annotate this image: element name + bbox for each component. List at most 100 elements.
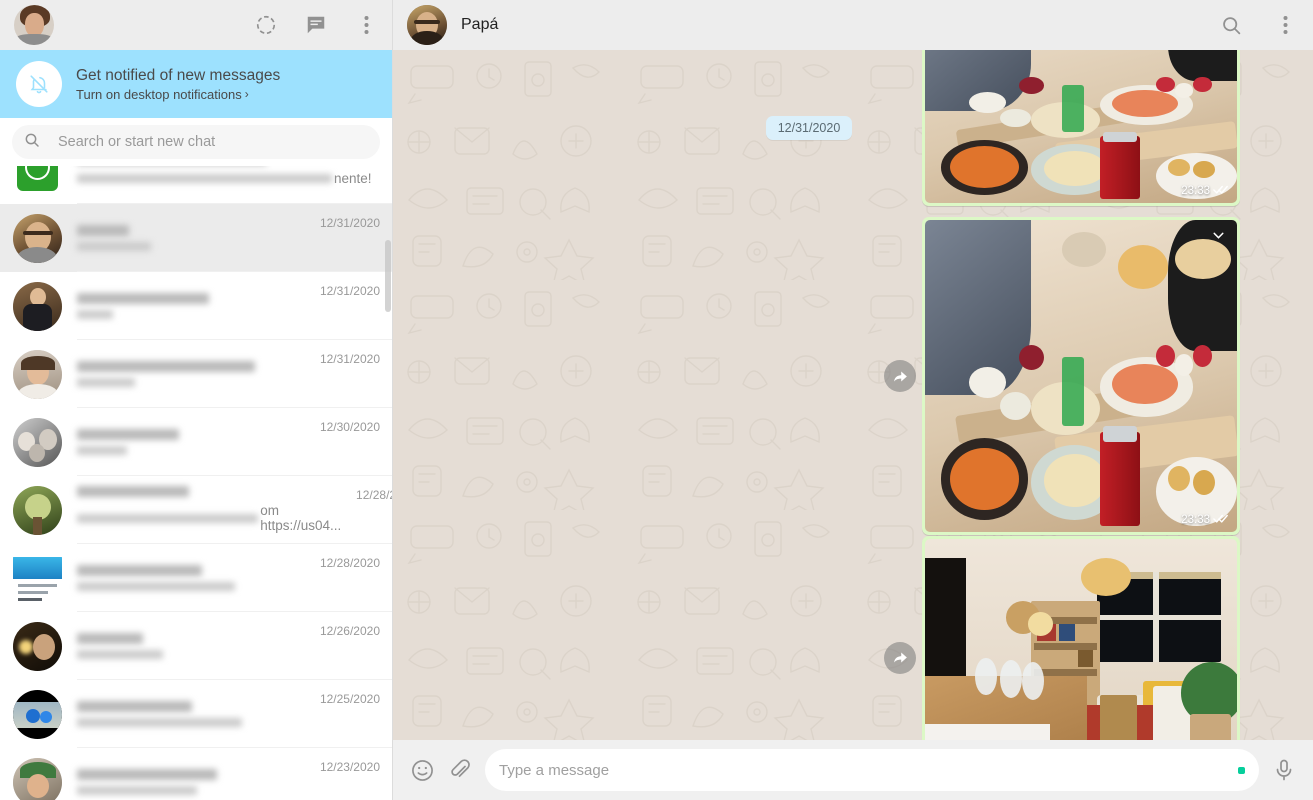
chat-avatar[interactable] [13, 553, 62, 603]
chat-avatar[interactable] [13, 349, 62, 399]
chat-item-texts [77, 360, 320, 387]
chat-item-body: 12/23/2020 [77, 748, 392, 800]
menu-icon[interactable] [354, 13, 378, 37]
chat-preview-redacted [77, 717, 242, 727]
chat-item-texts [77, 700, 320, 727]
message-image[interactable]: 23:33 [925, 220, 1237, 532]
chat-preview-redacted [77, 377, 135, 387]
sidebar-scrollbar[interactable] [385, 240, 391, 312]
chat-list-item[interactable]: 12/31/2020 [0, 272, 392, 340]
chat-preview-redacted [77, 513, 259, 523]
chat-contact-name: Papá [461, 16, 499, 33]
attach-clip-icon[interactable] [447, 757, 473, 783]
forward-message-button[interactable] [884, 641, 916, 674]
chat-item-texts [77, 292, 320, 319]
chat-avatar[interactable] [13, 213, 62, 263]
search-input[interactable] [58, 134, 368, 150]
desktop-notifications-banner[interactable]: Get notified of new messages Turn on des… [0, 50, 392, 118]
chat-avatar[interactable] [13, 417, 62, 467]
chat-name-redacted [77, 486, 189, 497]
emoji-icon[interactable] [409, 757, 435, 783]
chat-avatar[interactable] [13, 689, 62, 739]
photo-content [925, 220, 1237, 532]
read-receipt-double-check-icon [1213, 184, 1229, 198]
chat-meta: 12/23/2020 [320, 748, 380, 774]
message-image[interactable]: 23:33 [925, 539, 1237, 740]
message-bubble-image[interactable]: 23:33 [922, 50, 1240, 206]
message-bubble-image[interactable]: 23:33 [884, 536, 1240, 740]
timestamp-text: 23:33 [1181, 185, 1210, 197]
forward-message-button[interactable] [884, 360, 916, 392]
chat-item-texts: om https://us04... [77, 486, 356, 533]
typing-indicator-dot [1238, 766, 1245, 774]
message-image[interactable]: 23:33 [925, 50, 1237, 203]
chat-item-body: 12/31/2020 [77, 340, 392, 408]
chat-avatar[interactable] [13, 485, 62, 535]
search-icon[interactable] [1219, 13, 1243, 37]
banner-title: Get notified of new messages [76, 66, 281, 84]
chat-preview-row [77, 786, 320, 795]
chat-name-redacted [77, 292, 209, 304]
chat-date: 12/28/2020 [356, 488, 392, 502]
chat-avatar[interactable] [13, 757, 62, 800]
messages-container: 23:33 23:33 23:33 [393, 50, 1313, 740]
chat-panel: Papá 12/31/2020 23:33 23:33 Type a messa… [393, 0, 1313, 800]
microphone-icon[interactable] [1271, 757, 1297, 783]
new-chat-icon[interactable] [304, 13, 328, 37]
chat-preview-redacted [77, 581, 235, 591]
chat-name-redacted [77, 360, 255, 372]
chat-list-item[interactable]: 12/31/2020 [0, 340, 392, 408]
chat-preview-text: nente! [334, 170, 372, 186]
chat-avatar[interactable] [13, 166, 62, 195]
chat-list-item[interactable]: om https://us04... 12/28/2020 [0, 476, 392, 544]
chat-item-body: 12/25/2020 [77, 680, 392, 748]
menu-icon[interactable] [1273, 13, 1297, 37]
photo-content [925, 50, 1237, 203]
chat-list-item[interactable]: 12/31/2020 [0, 204, 392, 272]
contact-avatar[interactable] [407, 5, 447, 45]
chat-list-item[interactable]: 12/28/2020 [0, 544, 392, 612]
chat-preview-row [77, 649, 320, 659]
chat-preview-row: nente! [77, 171, 372, 186]
chat-list[interactable]: nente!1/5/2021 12/31/2020 12/31/2020 12/31/… [0, 166, 392, 800]
chat-list-item[interactable]: 12/25/2020 [0, 680, 392, 748]
chat-preview-redacted [77, 445, 127, 455]
message-area[interactable]: 12/31/2020 23:3323:3323:33 [393, 50, 1313, 740]
message-input[interactable] [499, 761, 1245, 779]
compose-bar [393, 740, 1313, 800]
chat-list-item[interactable]: 12/23/2020 [0, 748, 392, 800]
chat-meta: 12/28/2020 [356, 476, 392, 502]
chat-avatar[interactable] [13, 621, 62, 671]
chevron-down-icon[interactable] [1205, 224, 1231, 246]
chat-avatar[interactable] [13, 281, 62, 331]
chat-date: 12/30/2020 [319, 420, 380, 434]
chat-list-item[interactable]: nente!1/5/2021 [0, 166, 392, 204]
chat-header: Papá [393, 0, 1313, 50]
my-profile-avatar[interactable] [14, 5, 54, 45]
chat-preview-row [77, 241, 320, 251]
status-icon[interactable] [254, 13, 278, 37]
chat-list-item[interactable]: 12/30/2020 [0, 408, 392, 476]
chat-item-body: 12/31/2020 [77, 204, 392, 272]
sidebar-header-icons [254, 13, 378, 37]
chat-preview-redacted [77, 173, 332, 183]
message-input-wrapper[interactable] [485, 749, 1259, 791]
chat-list-item[interactable]: 12/26/2020 [0, 612, 392, 680]
chat-item-body: nente!1/5/2021 [77, 166, 392, 204]
banner-subtitle[interactable]: Turn on desktop notifications › [76, 87, 280, 102]
chat-preview-row [77, 309, 320, 319]
search-bar [0, 118, 392, 166]
banner-subtitle-text: Turn on desktop notifications [76, 86, 242, 102]
chat-name-redacted [77, 564, 202, 576]
chat-meta: 12/30/2020 [320, 408, 380, 434]
chat-item-body: 12/26/2020 [77, 612, 392, 680]
chat-meta: 12/31/2020 [320, 272, 380, 298]
chat-preview-row: om https://us04... [77, 503, 356, 533]
timestamp-text: 23:33 [1181, 514, 1210, 526]
chat-name-redacted [77, 428, 179, 440]
message-bubble-image[interactable]: 23:33 [884, 217, 1240, 535]
banner-texts: Get notified of new messages Turn on des… [76, 67, 280, 102]
chat-preview-text: om https://us04... [260, 503, 342, 533]
search-box[interactable] [12, 125, 380, 159]
chat-preview-row [77, 445, 320, 455]
